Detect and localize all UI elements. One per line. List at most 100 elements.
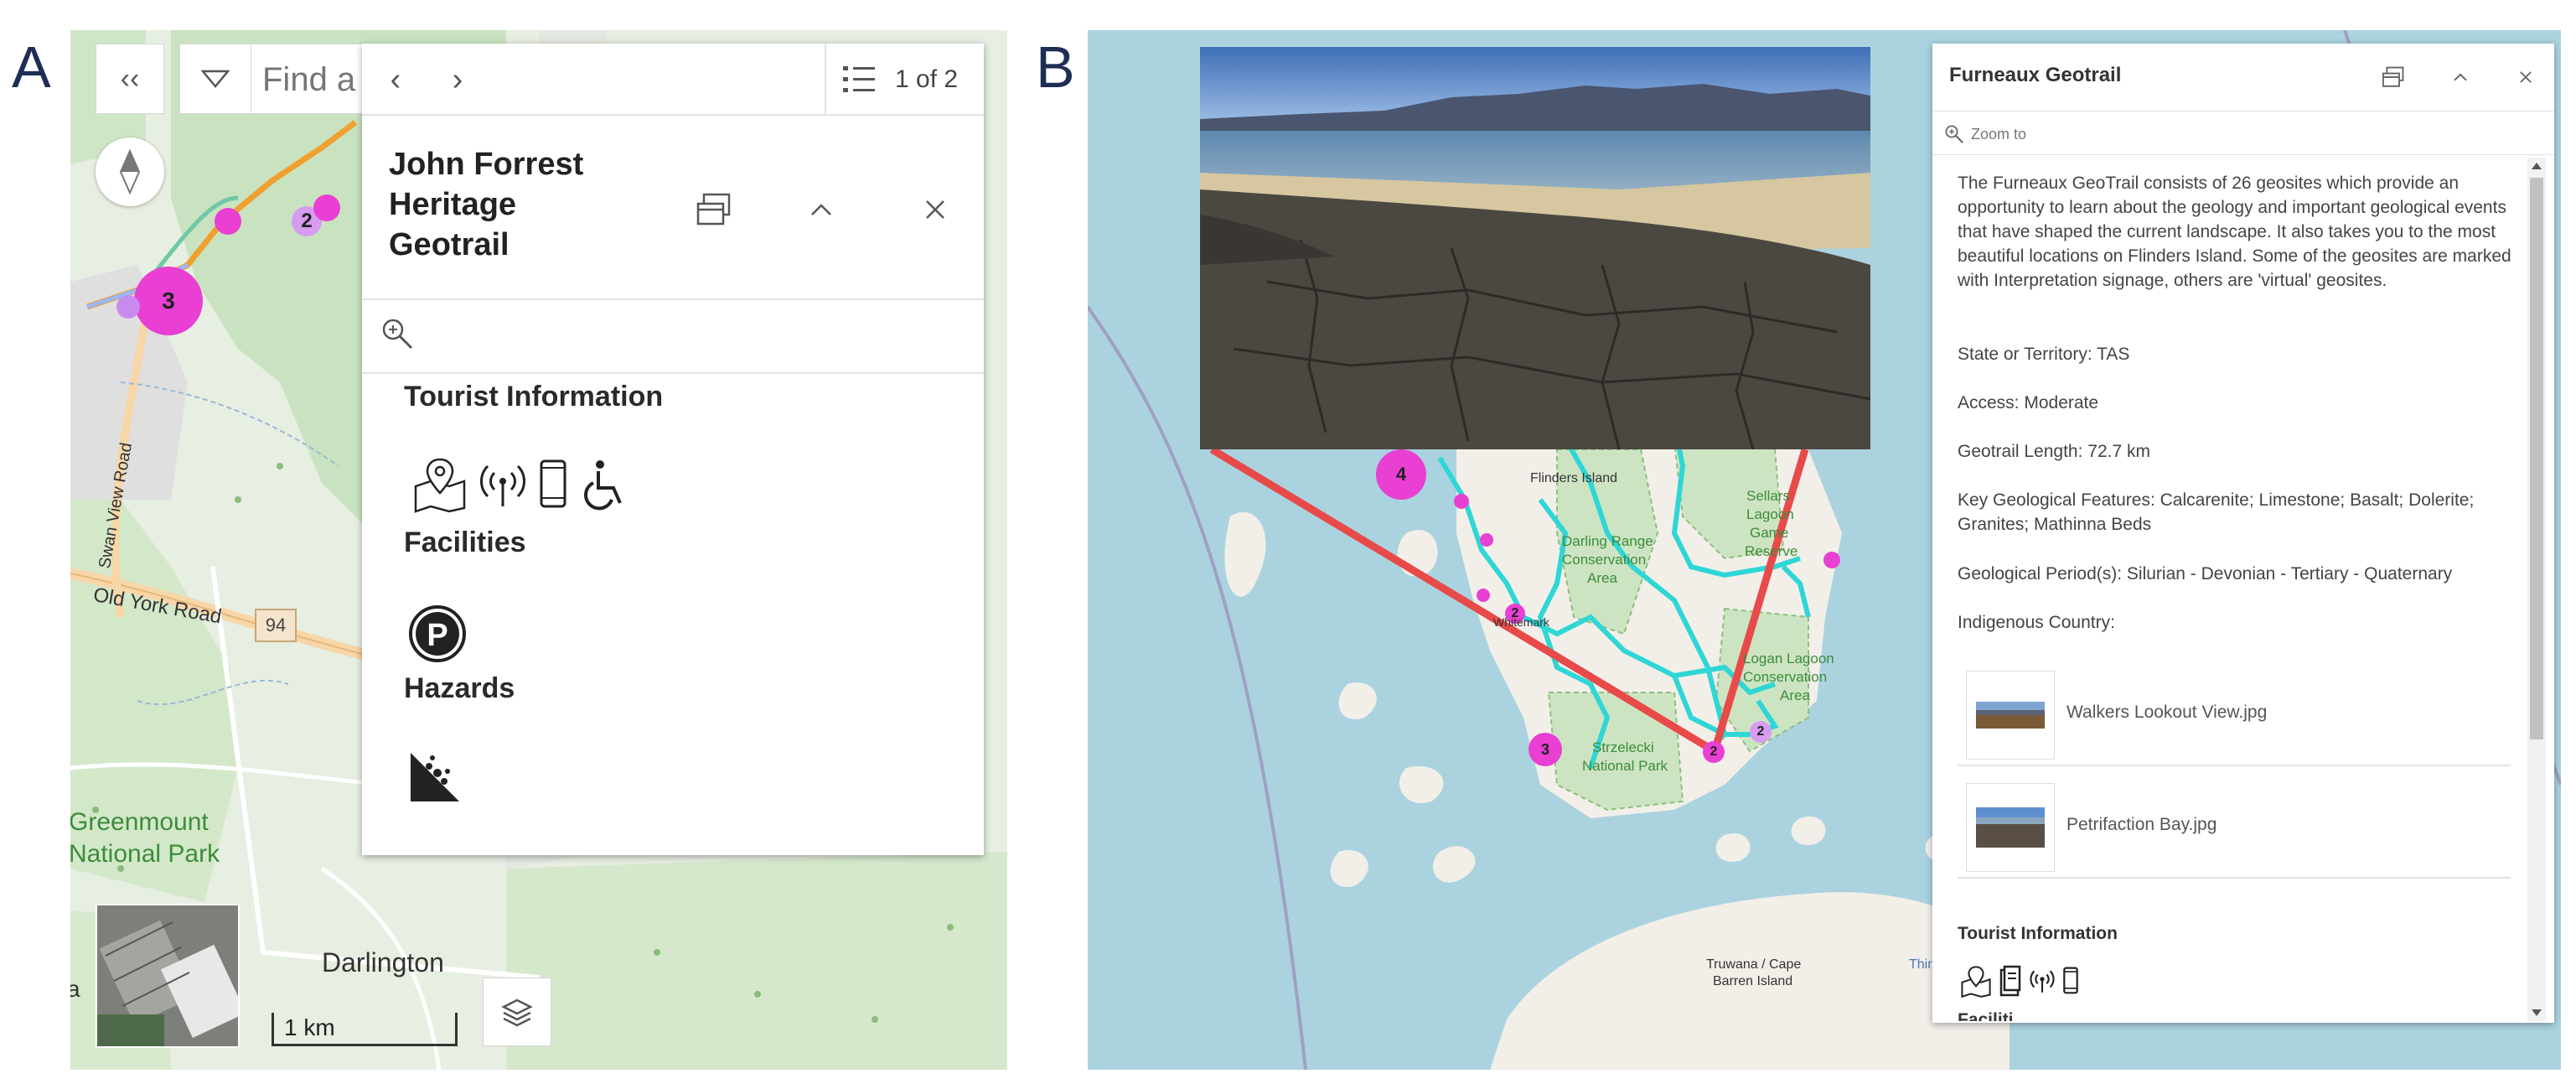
dock-button[interactable] [691,186,737,233]
collapse-popup-button[interactable] [2445,62,2475,92]
map-label: Barren Island [1713,974,1793,988]
period-field: Geological Period(s): Silurian - Devonia… [1958,564,2453,583]
close-button[interactable] [2511,62,2541,92]
attachment-name: Petrifaction Bay.jpg [2066,815,2217,834]
map-label: Darling Range [1562,533,1653,549]
map-label: Conservation [1743,669,1828,685]
length-field: Geotrail Length: 72.7 km [1958,442,2150,461]
state-field: State or Territory: TAS [1958,345,2130,364]
map-label: Truwana / Cape [1706,957,1802,972]
route-number: 94 [265,615,287,635]
scale-bar: 1 km [272,1013,458,1046]
divider [362,372,984,374]
wifi-icon [2030,970,2055,993]
close-icon [2520,71,2532,83]
dock-icon [696,193,731,226]
map-label: Lagoon [1746,506,1794,522]
close-icon [926,200,944,219]
map-label: Flinders Island [1530,471,1618,485]
parking-icon: P [407,604,468,664]
map-label: Strzelecki [1592,739,1654,755]
compass-button[interactable] [96,137,164,206]
popup-next-button[interactable]: › [441,59,474,101]
attachment-item[interactable]: Walkers Lookout View.jpg [1958,666,2511,766]
divider [362,298,984,300]
cluster-marker[interactable]: 2 [1750,721,1772,743]
cluster-count: 2 [1710,744,1718,759]
dock-icon [2382,66,2404,87]
scrollbar-thumb[interactable] [2530,178,2543,739]
popup-title: Furneaux Geotrail [1949,64,2122,86]
zoom-to-label: Zoom to [1971,125,2027,143]
popup-title: John Forrest Heritage Geotrail [389,147,584,262]
geosite-photo [1200,47,1870,449]
cluster-count: 2 [301,210,313,232]
compass-icon [119,149,141,194]
cluster-marker[interactable]: 3 [134,267,203,335]
cluster-marker[interactable] [313,194,340,221]
map-label: National Park [1582,758,1668,774]
cluster-marker[interactable]: 4 [1376,449,1426,500]
close-button[interactable] [912,186,959,233]
cluster-marker[interactable]: 2 [1703,741,1725,763]
popup-panel-b: Furneaux Geotrail Zoom to The Furneaux G… [1932,44,2554,1023]
rock-thumbnail-image [1976,807,2045,848]
map-label: Area [1587,570,1617,586]
map-label: National Park [70,840,220,868]
cluster-marker[interactable]: 3 [1529,733,1562,766]
map-label: Greenmount [70,808,209,836]
scroll-up-arrow[interactable] [2532,163,2542,169]
popup-prev-button[interactable]: ‹ [379,59,412,101]
layers-icon [501,998,533,1027]
collapse-button[interactable]: ‹‹ [96,44,164,114]
tourist-info-heading: Tourist Information [1958,924,2118,943]
collapse-icon: ‹‹ [120,62,140,95]
dock-button[interactable] [2378,62,2408,92]
feature-list-button[interactable]: 1 of 2 [841,59,975,101]
wifi-icon [476,458,530,511]
svg-text:P: P [427,618,447,653]
rock-platform-photo-image [1200,47,1870,449]
map-label: Sellars [1746,488,1790,504]
brochure-icon [1999,965,2021,997]
map-label: a [70,976,80,1002]
panel-label-b: B [1036,34,1075,100]
layers-button[interactable] [483,978,551,1046]
search-zoom-icon [1945,125,1963,143]
facility-icons [1959,962,2127,999]
zoom-to-button[interactable] [380,317,421,357]
cluster-marker[interactable] [215,208,241,235]
divider [1932,111,2554,112]
attachment-item[interactable]: Petrifaction Bay.jpg [1958,778,2511,879]
cluster-count: 4 [1395,464,1407,485]
features-field: Key Geological Features: Calcarenite; Li… [1958,490,2475,534]
search-zoom-icon [382,319,413,350]
chevron-up-icon [2454,73,2467,81]
map-label: Darlington [322,947,444,978]
scrollbar[interactable] [2527,158,2546,1021]
map-label: Logan Lagoon [1743,651,1834,666]
geotrail-description: The Furneaux GeoTrail consists of 26 geo… [1958,174,2511,290]
map-label: Game [1750,525,1789,541]
attachment-thumbnail [1966,783,2055,872]
cluster-count: 2 [1756,724,1765,739]
collapse-popup-button[interactable] [798,186,845,233]
filter-dropdown-button[interactable] [180,44,251,113]
cluster-count: 3 [162,288,175,314]
access-field: Access: Moderate [1958,393,2099,412]
scroll-down-arrow[interactable] [2532,1009,2542,1016]
map-label: Area [1780,687,1810,703]
filter-icon [201,70,230,88]
facilities-heading-partial: Faciliti [1958,1010,2014,1021]
list-icon [843,66,875,92]
landscape-thumbnail-image [1976,702,2045,729]
divider [362,114,984,116]
basemap-toggle[interactable] [96,904,240,1048]
map-label: Whitemark [1493,615,1549,629]
pager-divider [825,44,826,114]
zoom-to-button[interactable]: Zoom to [1944,119,2112,149]
pager-text: 1 of 2 [895,65,959,93]
cluster-marker[interactable] [116,295,140,319]
route-shield: 94 [255,609,297,642]
tourist-info-heading: Tourist Information [404,381,664,412]
